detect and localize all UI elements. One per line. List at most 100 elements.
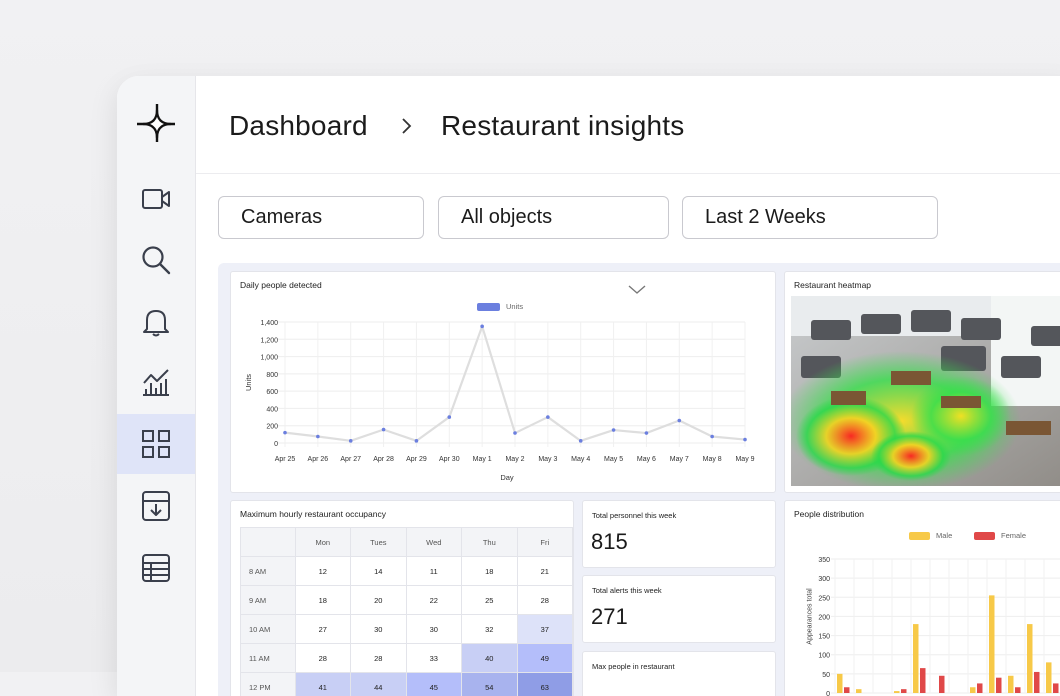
table-cell: 25 (462, 586, 517, 615)
y-tick-label: 1,000 (260, 355, 278, 362)
table-row: 10 AM2730303237 (241, 615, 573, 644)
table-cell: 18 (462, 557, 517, 586)
personnel-stat-title: Total personnel this week (592, 511, 676, 520)
x-tick-label: May 5 (604, 456, 623, 463)
x-tick-label: Apr 25 (275, 456, 296, 463)
table-cell: 32 (462, 615, 517, 644)
data-point (480, 325, 484, 329)
logo[interactable] (117, 93, 195, 153)
occupancy-card: Maximum hourly restaurant occupancy Mon … (230, 500, 574, 696)
heatmap-card: Restaurant heatmap (784, 271, 1060, 493)
bar-female (977, 683, 983, 693)
restaurant-heatmap-image (791, 296, 1060, 486)
table-cell: 63 (517, 673, 572, 696)
bar-male (837, 674, 843, 693)
cameras-filter-label: Cameras (241, 206, 322, 229)
table-cell: 20 (351, 586, 407, 615)
table-row-header: 8 AM (241, 557, 296, 586)
table-header-cell: Wed (406, 528, 462, 557)
bar-male (1046, 662, 1052, 693)
y-tick-label: 0 (274, 441, 278, 448)
x-tick-label: May 3 (538, 456, 557, 463)
y-tick-label: 400 (266, 406, 278, 413)
bar-female (1053, 683, 1059, 693)
breadcrumb-home[interactable]: Dashboard (229, 110, 368, 142)
data-point (710, 435, 714, 439)
bar-chart: 050100150200250300350 (785, 501, 1060, 696)
y-tick-label: 350 (818, 557, 830, 564)
table-cell: 28 (517, 586, 572, 615)
table-cell: 14 (351, 557, 407, 586)
data-point (612, 428, 616, 432)
y-tick-label: 250 (818, 595, 830, 602)
bar-male (1027, 624, 1033, 693)
time-range-filter-label: Last 2 Weeks (705, 206, 826, 229)
x-tick-label: May 1 (473, 456, 492, 463)
dashboard-content: Daily people detected Units 020040060080… (218, 263, 1060, 696)
time-range-filter[interactable]: Last 2 Weeks (682, 196, 938, 239)
table-cell: 30 (406, 615, 462, 644)
data-point (316, 435, 320, 439)
y-tick-label: 300 (818, 576, 830, 583)
table-cell: 37 (517, 615, 572, 644)
y-tick-label: 800 (266, 372, 278, 379)
x-tick-label: Apr 26 (308, 456, 329, 463)
table-cell: 11 (406, 557, 462, 586)
sidebar-item-cameras[interactable] (117, 169, 195, 229)
personnel-stat-value: 815 (591, 529, 628, 555)
table-cell: 41 (295, 673, 351, 696)
table-row-header: 12 PM (241, 673, 296, 696)
max-people-stat-title: Max people in restaurant (592, 662, 675, 671)
objects-filter[interactable]: All objects (438, 196, 669, 239)
table-cell: 18 (295, 586, 351, 615)
bar-male (989, 595, 995, 693)
bar-female (1034, 672, 1040, 693)
y-tick-label: 1,200 (260, 337, 278, 344)
bar-male (894, 691, 900, 693)
objects-filter-label: All objects (461, 206, 552, 229)
page-title: Restaurant insights (441, 110, 684, 142)
sidebar-item-dashboards[interactable] (117, 414, 195, 474)
archive-download-icon (141, 490, 171, 522)
table-cell: 12 (295, 557, 351, 586)
table-cell: 28 (351, 644, 407, 673)
sidebar-item-search[interactable] (117, 230, 195, 290)
sidebar-item-analytics[interactable] (117, 352, 195, 412)
table-header-cell: Thu (462, 528, 517, 557)
table-cell: 27 (295, 615, 351, 644)
occupancy-table: Mon Tues Wed Thu Fri 8 AM12141118219 AM1… (240, 527, 573, 696)
table-cell: 30 (351, 615, 407, 644)
data-point (382, 428, 386, 432)
chevron-right-icon (400, 116, 414, 136)
chart-line-icon (141, 367, 171, 397)
data-point (447, 415, 451, 419)
table-row-header: 11 AM (241, 644, 296, 673)
data-point (349, 439, 353, 443)
alerts-stat-value: 271 (591, 604, 628, 630)
occupancy-title: Maximum hourly restaurant occupancy (240, 509, 386, 519)
y-tick-label: 50 (822, 672, 830, 679)
bar-female (996, 678, 1002, 693)
personnel-stat-card: Total personnel this week 815 (582, 500, 776, 568)
x-tick-label: Apr 27 (340, 456, 361, 463)
bar-female (1015, 687, 1021, 693)
table-header-corner (241, 528, 296, 557)
table-cell: 33 (406, 644, 462, 673)
heatmap-title: Restaurant heatmap (794, 280, 871, 290)
occupancy-table-body: 8 AM12141118219 AM182022252810 AM2730303… (241, 557, 573, 696)
table-header-cell: Tues (351, 528, 407, 557)
data-point (283, 431, 287, 435)
sidebar-item-tables[interactable] (117, 538, 195, 598)
data-point (579, 439, 583, 443)
cameras-filter[interactable]: Cameras (218, 196, 424, 239)
x-tick-label: Apr 30 (439, 456, 460, 463)
main-area: Dashboard Restaurant insights Cameras Al… (196, 76, 1060, 696)
bar-male (970, 687, 976, 693)
x-tick-label: May 7 (670, 456, 689, 463)
table-icon (141, 553, 171, 583)
y-tick-label: 200 (266, 424, 278, 431)
sparkle-icon (135, 102, 177, 144)
sidebar-item-archive[interactable] (117, 476, 195, 536)
y-axis-label: Units (244, 374, 253, 391)
sidebar-item-alerts[interactable] (117, 292, 195, 352)
